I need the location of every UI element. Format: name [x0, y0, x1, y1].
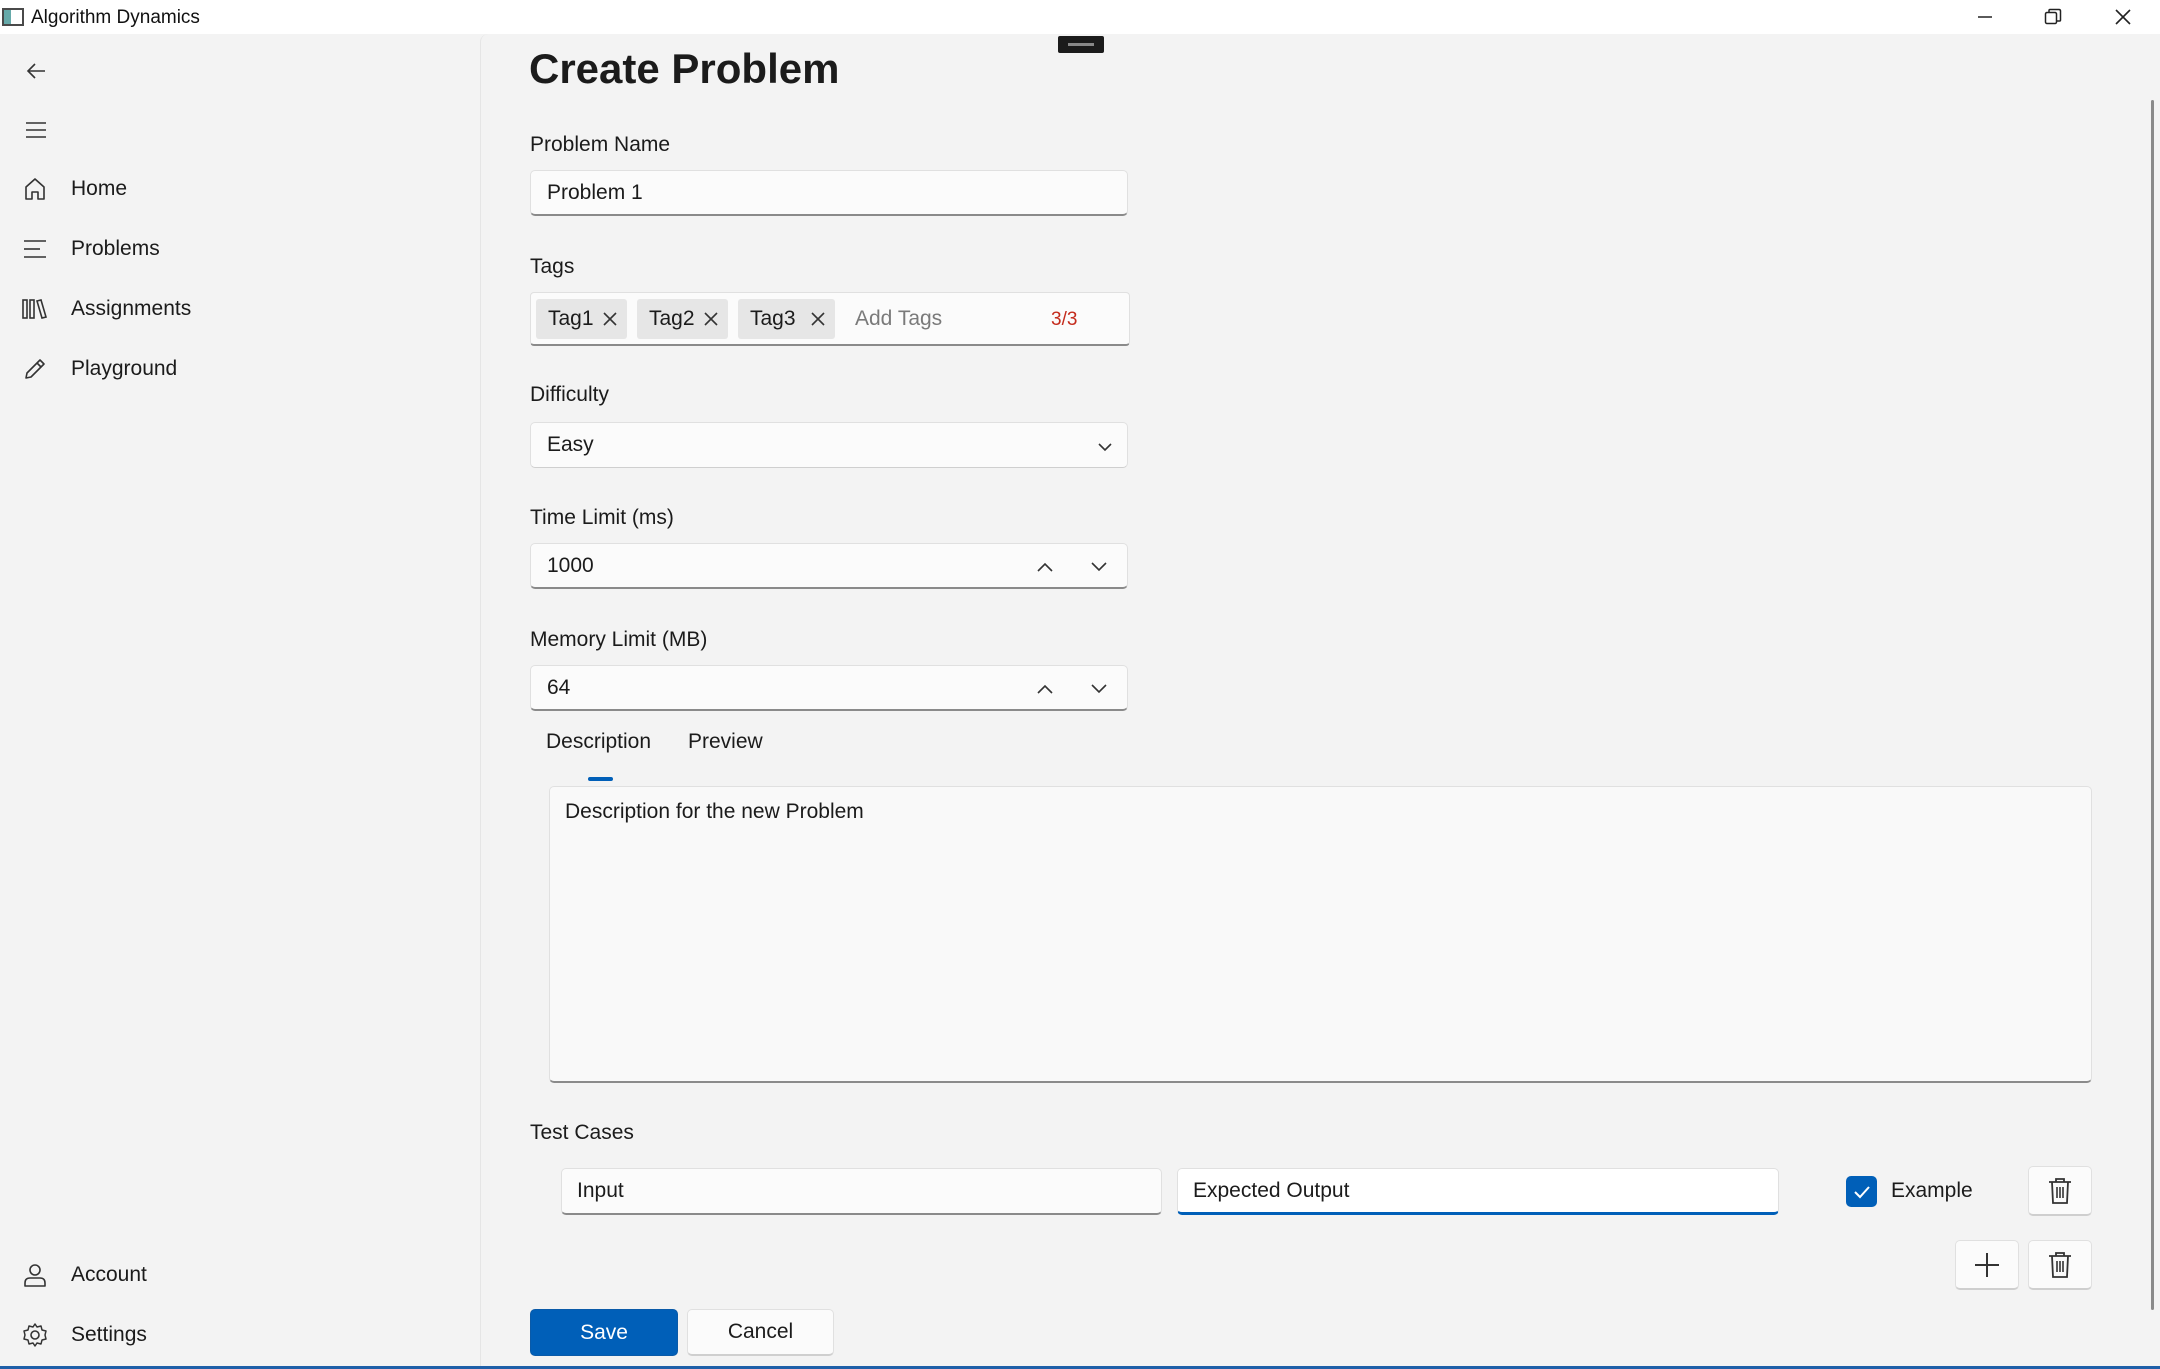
minimize-icon: [1978, 16, 1992, 18]
home-icon: [20, 174, 50, 204]
add-test-case-button[interactable]: [1955, 1240, 2019, 1290]
tab-preview[interactable]: Preview: [688, 730, 763, 754]
nav-item-problems[interactable]: Problems: [0, 223, 470, 275]
menu-toggle-button[interactable]: [16, 110, 56, 150]
example-checkbox[interactable]: [1846, 1176, 1877, 1207]
tag-chip-label: Tag2: [649, 307, 695, 330]
nav-item-label: Home: [71, 177, 128, 200]
drag-handle[interactable]: [1058, 36, 1104, 53]
tag-chip-label: Tag1: [548, 307, 594, 330]
chevron-up-icon: [1037, 684, 1053, 694]
chevron-down-icon: [1091, 684, 1107, 694]
memory-limit-number-box[interactable]: 64: [530, 665, 1128, 711]
cancel-button[interactable]: Cancel: [687, 1309, 834, 1356]
nav-item-label: Settings: [71, 1323, 147, 1346]
trash-icon: [2049, 1177, 2071, 1204]
remove-tag-icon[interactable]: [700, 308, 722, 330]
example-checkbox-label[interactable]: Example: [1891, 1179, 1973, 1203]
nav-item-label: Account: [71, 1263, 147, 1286]
nav-item-assignments[interactable]: Assignments: [0, 283, 470, 335]
add-tags-placeholder[interactable]: Add Tags: [855, 307, 942, 331]
delete-all-test-cases-button[interactable]: [2028, 1240, 2092, 1290]
tab-description[interactable]: Description: [546, 730, 651, 754]
nav-item-label: Playground: [71, 357, 178, 380]
trash-icon: [2049, 1251, 2071, 1278]
tags-count: 3/3: [1051, 309, 1078, 330]
minimize-button[interactable]: [1950, 0, 2020, 34]
nav-item-playground[interactable]: Playground: [0, 343, 470, 395]
restore-button[interactable]: [2018, 0, 2088, 34]
save-button[interactable]: Save: [530, 1309, 678, 1356]
hamburger-icon: [26, 122, 46, 138]
tags-input[interactable]: Tag1 Tag2 Tag3 Add Tags 3/3: [530, 292, 1130, 346]
decrement-button[interactable]: [1079, 674, 1119, 704]
title-bar: Algorithm Dynamics: [0, 0, 2160, 34]
tag-chip: Tag2: [637, 299, 728, 339]
chevron-up-icon: [1037, 562, 1053, 572]
time-limit-value: 1000: [547, 553, 594, 577]
difficulty-value: Easy: [547, 433, 594, 456]
problem-name-input[interactable]: Problem 1: [530, 170, 1128, 216]
selected-tab-indicator: [588, 777, 613, 781]
problem-name-label: Problem Name: [530, 133, 671, 156]
memory-limit-label: Memory Limit (MB): [530, 628, 708, 651]
tags-label: Tags: [530, 255, 575, 278]
page-title: Create Problem: [529, 45, 840, 92]
gear-icon: [20, 1320, 50, 1350]
test-case-expected-output-field[interactable]: Expected Output: [1177, 1168, 1779, 1215]
nav-item-label: Assignments: [71, 297, 192, 320]
nav-item-home[interactable]: Home: [0, 163, 470, 215]
increment-button[interactable]: [1025, 674, 1065, 704]
checkmark-icon: [1853, 1185, 1870, 1198]
app-icon: [2, 8, 24, 26]
tag-chip-label: Tag3: [750, 307, 796, 330]
back-arrow-icon: [26, 63, 45, 79]
restore-icon: [2044, 8, 2062, 25]
vertical-scrollbar[interactable]: [2151, 100, 2154, 1310]
difficulty-dropdown[interactable]: Easy: [530, 422, 1128, 468]
nav-item-label: Problems: [71, 237, 160, 260]
remove-tag-icon[interactable]: [807, 308, 829, 330]
nav-item-account[interactable]: Account: [0, 1249, 470, 1301]
tag-chip: Tag3: [738, 299, 835, 339]
time-limit-label: Time Limit (ms): [530, 506, 674, 529]
nav-item-settings[interactable]: Settings: [0, 1309, 470, 1361]
delete-test-case-button[interactable]: [2028, 1166, 2092, 1216]
remove-tag-icon[interactable]: [599, 308, 621, 330]
test-case-input-field[interactable]: Input: [561, 1168, 1162, 1215]
description-textarea[interactable]: Description for the new Problem: [549, 786, 2092, 1083]
pencil-icon: [20, 354, 50, 384]
person-icon: [20, 1260, 50, 1290]
memory-limit-value: 64: [547, 675, 571, 699]
time-limit-number-box[interactable]: 1000: [530, 543, 1128, 589]
test-cases-label: Test Cases: [530, 1121, 634, 1144]
close-icon: [2115, 9, 2131, 25]
window-title: Algorithm Dynamics: [31, 7, 200, 28]
plus-icon: [1975, 1252, 1999, 1277]
back-button[interactable]: [16, 51, 56, 91]
list-icon: [20, 234, 50, 264]
navigation-pane: Home Problems Assignments Playground Acc…: [0, 34, 480, 1369]
tag-chip: Tag1: [536, 299, 627, 339]
difficulty-label: Difficulty: [530, 383, 609, 406]
chevron-down-icon: [1091, 562, 1107, 572]
increment-button[interactable]: [1025, 552, 1065, 582]
library-icon: [20, 294, 50, 324]
decrement-button[interactable]: [1079, 552, 1119, 582]
close-button[interactable]: [2088, 0, 2158, 34]
chevron-down-icon: [1097, 437, 1113, 461]
